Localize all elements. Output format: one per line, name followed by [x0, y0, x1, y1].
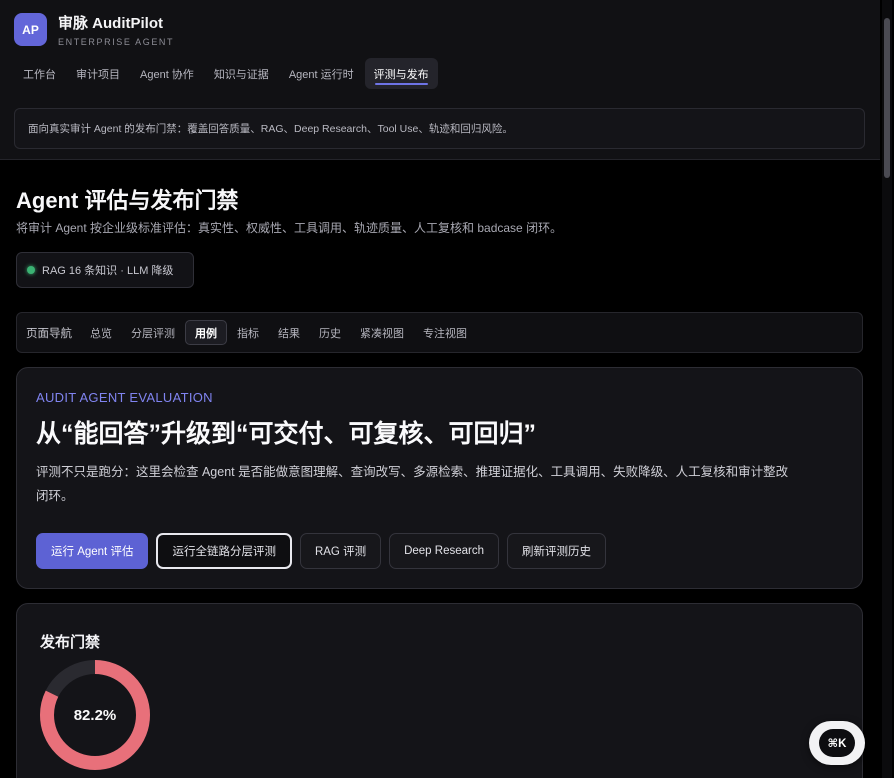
subnav-tab-metrics[interactable]: 指标	[228, 320, 268, 345]
app-subtitle: ENTERPRISE AGENT	[58, 37, 175, 47]
subnav-label: 页面导航	[26, 327, 72, 340]
nav-tab-audit-projects[interactable]: 审计项目	[67, 58, 129, 89]
command-icon: ⌘K	[819, 729, 855, 757]
nav-tab-agent-collab[interactable]: Agent 协作	[131, 58, 203, 89]
hero-card: AUDIT AGENT EVALUATION 从“能回答”升级到“可交付、可复核…	[16, 367, 863, 589]
page-scrollbar[interactable]	[882, 0, 892, 778]
run-layered-eval-button[interactable]: 运行全链路分层评测	[156, 533, 292, 569]
status-text: RAG 16 条知识 · LLM 降级	[42, 265, 174, 277]
nav-tab-agent-runtime[interactable]: Agent 运行时	[280, 58, 363, 89]
subnav-tab-overview[interactable]: 总览	[81, 320, 121, 345]
release-gate-title: 发布门禁	[40, 634, 101, 651]
app-logo: AP	[14, 13, 47, 46]
scrollbar-thumb[interactable]	[884, 18, 890, 178]
subnav-tab-history[interactable]: 历史	[310, 320, 350, 345]
rag-eval-button[interactable]: RAG 评测	[299, 533, 382, 569]
subnav-tab-results[interactable]: 结果	[269, 320, 309, 345]
app-name: 审脉 AuditPilot	[58, 15, 163, 32]
gate-score-label: 82.2%	[73, 706, 117, 724]
deep-research-button[interactable]: Deep Research	[389, 533, 499, 569]
notice-banner: 面向真实审计 Agent 的发布门禁：覆盖回答质量、RAG、Deep Resea…	[14, 108, 865, 149]
release-gate-card: 发布门禁 82.2%	[16, 603, 863, 778]
hero-description: 评测不只是跑分：这里会检查 Agent 是否能做意图理解、查询改写、多源检索、推…	[36, 465, 789, 503]
page-subnav: 页面导航 总览 分层评测 用例 指标 结果 历史 紧凑视图 专注视图	[16, 312, 863, 353]
hero-eyebrow: AUDIT AGENT EVALUATION	[36, 390, 213, 405]
hero-headline: 从“能回答”升级到“可交付、可复核、可回归”	[36, 420, 537, 448]
main-nav: 工作台 审计项目 Agent 协作 知识与证据 Agent 运行时 评测与发布	[14, 58, 438, 89]
page-title: Agent 评估与发布门禁	[16, 188, 239, 213]
nav-tab-knowledge-evidence[interactable]: 知识与证据	[205, 58, 278, 89]
subnav-tab-layered-eval[interactable]: 分层评测	[122, 320, 184, 345]
page-subtitle: 将审计 Agent 按企业级标准评估：真实性、权威性、工具调用、轨迹质量、人工复…	[16, 221, 563, 235]
subnav-tab-compact-view[interactable]: 紧凑视图	[351, 320, 413, 345]
status-dot-icon	[27, 266, 35, 274]
run-agent-eval-button[interactable]: 运行 Agent 评估	[36, 533, 149, 569]
refresh-history-button[interactable]: 刷新评测历史	[506, 533, 606, 569]
top-header: AP 审脉 AuditPilot ENTERPRISE AGENT 工作台 审计…	[0, 0, 880, 160]
nav-tab-eval-release[interactable]: 评测与发布	[364, 58, 438, 89]
subnav-tab-focus-view[interactable]: 专注视图	[414, 320, 476, 345]
rag-status-badge: RAG 16 条知识 · LLM 降级	[16, 252, 194, 288]
hero-actions: 运行 Agent 评估 运行全链路分层评测 RAG 评测 Deep Resear…	[36, 533, 606, 569]
nav-tab-workbench[interactable]: 工作台	[14, 58, 65, 89]
command-palette-button[interactable]: ⌘K	[809, 721, 865, 765]
subnav-tab-cases[interactable]: 用例	[185, 320, 227, 345]
